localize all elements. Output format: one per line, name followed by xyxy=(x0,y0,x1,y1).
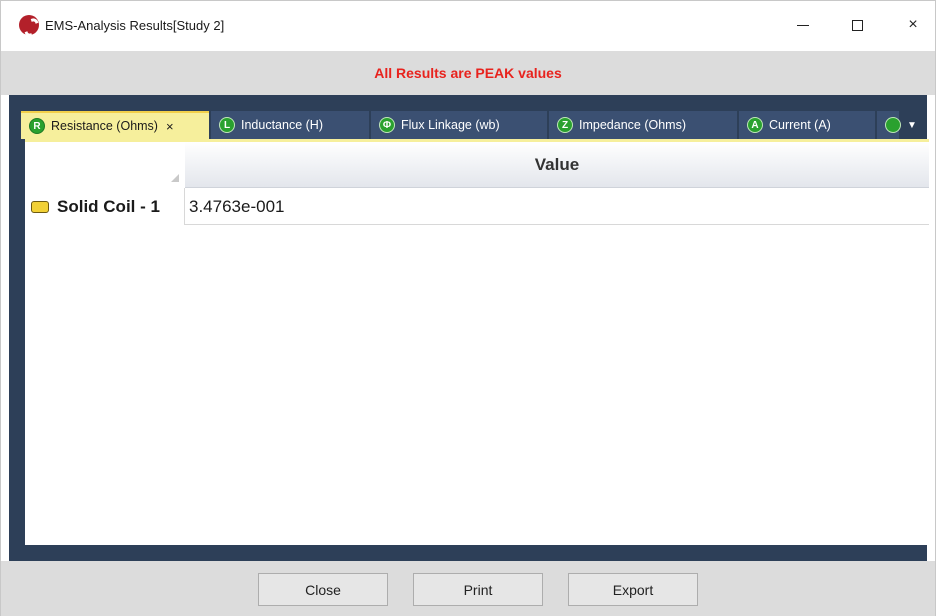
results-window: EMS-Analysis Results[Study 2] × All Resu… xyxy=(0,0,936,616)
tab-impedance[interactable]: Z Impedance (Ohms) xyxy=(549,111,737,139)
tab-resistance[interactable]: R Resistance (Ohms) × xyxy=(21,111,209,139)
tab-label: Inductance (H) xyxy=(241,118,323,132)
row-label: Solid Coil - 1 xyxy=(57,196,160,216)
tab-flux-linkage[interactable]: Φ Flux Linkage (wb) xyxy=(371,111,547,139)
maximize-icon xyxy=(851,19,863,31)
partial-tab-icon xyxy=(885,117,901,133)
tab-label: Impedance (Ohms) xyxy=(579,118,686,132)
row-header: Solid Coil - 1 xyxy=(25,188,185,225)
window-close-button[interactable]: × xyxy=(893,9,933,41)
tab-list-dropdown-icon[interactable]: ▼ xyxy=(903,114,921,136)
select-all-icon xyxy=(171,174,179,182)
tab-current[interactable]: A Current (A) xyxy=(739,111,875,139)
cell-value[interactable]: 3.4763e-001 xyxy=(189,188,284,225)
tab-inductance[interactable]: L Inductance (H) xyxy=(211,111,369,139)
app-logo-icon xyxy=(19,15,39,35)
close-button[interactable]: Close xyxy=(258,573,388,606)
results-tab-strip: R Resistance (Ohms) × L Inductance (H) Φ… xyxy=(17,111,929,139)
column-header-value[interactable]: Value xyxy=(185,142,929,188)
maximize-button[interactable] xyxy=(837,9,877,41)
table-row[interactable]: Solid Coil - 1 3.4763e-001 xyxy=(25,188,929,225)
impedance-icon: Z xyxy=(557,117,573,133)
export-button[interactable]: Export xyxy=(568,573,698,606)
title-bar[interactable]: EMS-Analysis Results[Study 2] × xyxy=(1,1,935,51)
minimize-icon xyxy=(797,24,809,26)
peak-values-banner: All Results are PEAK values xyxy=(1,51,935,95)
inductance-icon: L xyxy=(219,117,235,133)
tab-label: Resistance (Ohms) xyxy=(51,119,158,133)
print-button[interactable]: Print xyxy=(413,573,543,606)
current-icon: A xyxy=(747,117,763,133)
banner-text: All Results are PEAK values xyxy=(374,65,562,81)
flux-linkage-icon: Φ xyxy=(379,117,395,133)
resistance-icon: R xyxy=(29,118,45,134)
coil-icon xyxy=(31,200,49,213)
tab-overflow-partial[interactable] xyxy=(877,111,901,139)
results-grid: Value Solid Coil - 1 3.4763e-001 xyxy=(25,142,929,545)
grid-corner-cell[interactable] xyxy=(25,142,185,188)
tab-label: Flux Linkage (wb) xyxy=(401,118,500,132)
tab-label: Current (A) xyxy=(769,118,831,132)
window-title: EMS-Analysis Results[Study 2] xyxy=(45,18,225,33)
tab-close-icon[interactable]: × xyxy=(166,119,174,134)
close-icon: × xyxy=(908,16,918,33)
minimize-button[interactable] xyxy=(783,9,823,41)
